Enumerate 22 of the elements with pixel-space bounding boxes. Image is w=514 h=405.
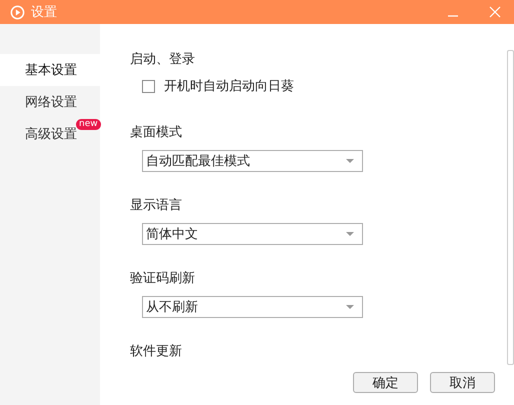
app-logo-icon <box>10 4 25 20</box>
caret-icon <box>346 159 354 163</box>
section-title: 软件更新 <box>130 343 183 361</box>
dropdown[interactable]: 简体中文 <box>142 223 363 245</box>
scrollbar[interactable] <box>507 50 514 365</box>
cancel-button[interactable]: 取消 <box>430 372 495 393</box>
new-badge: new <box>76 119 101 130</box>
section-title: 验证码刷新 <box>130 270 196 288</box>
caret-icon <box>346 232 354 236</box>
dropdown[interactable]: 自动匹配最佳模式 <box>142 150 363 172</box>
dropdown[interactable]: 从不刷新 <box>142 296 363 318</box>
close-icon <box>489 6 501 18</box>
section-title: 启动、登录 <box>130 51 196 69</box>
window-title: 设置 <box>31 4 58 21</box>
section-title: 桌面模式 <box>130 124 183 142</box>
minimize-icon <box>447 15 459 17</box>
confirm-button[interactable]: 确定 <box>353 372 418 393</box>
caret-icon <box>346 305 354 309</box>
checkbox-label: 开机时自动启动向日葵 <box>164 78 294 95</box>
section-title: 显示语言 <box>130 197 183 215</box>
sidebar-item[interactable]: 基本设置 <box>0 54 100 86</box>
checkbox[interactable] <box>142 80 155 92</box>
